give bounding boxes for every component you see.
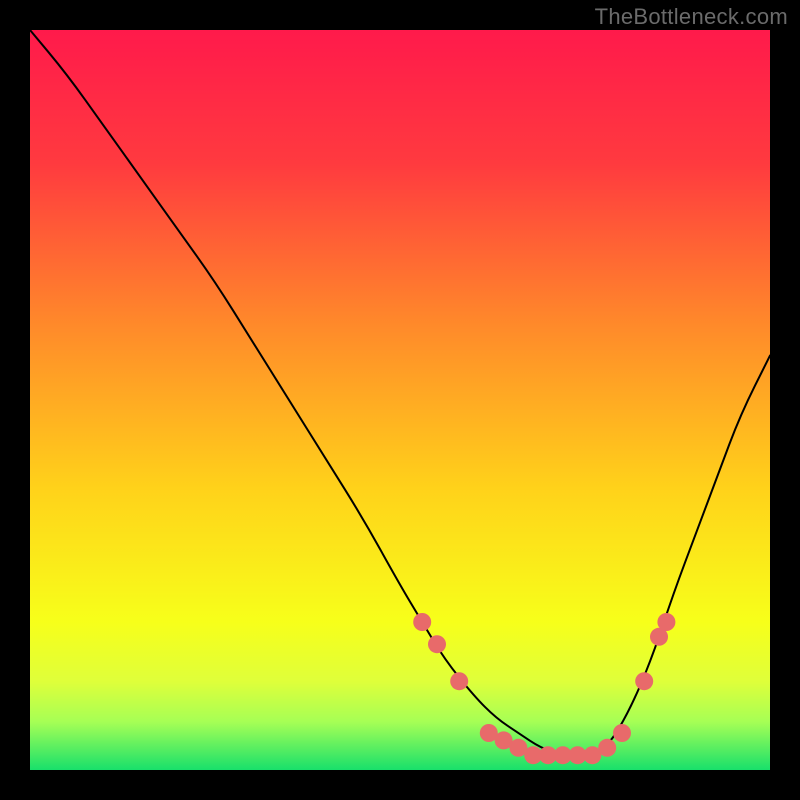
threshold-dot [450, 672, 468, 690]
bottleneck-chart [0, 0, 800, 800]
threshold-dot [598, 739, 616, 757]
threshold-dot [613, 724, 631, 742]
threshold-dot [428, 635, 446, 653]
threshold-dot [657, 613, 675, 631]
threshold-dot [413, 613, 431, 631]
plot-background [30, 30, 770, 770]
watermark-label: TheBottleneck.com [595, 4, 788, 30]
chart-stage: TheBottleneck.com [0, 0, 800, 800]
threshold-dot [635, 672, 653, 690]
